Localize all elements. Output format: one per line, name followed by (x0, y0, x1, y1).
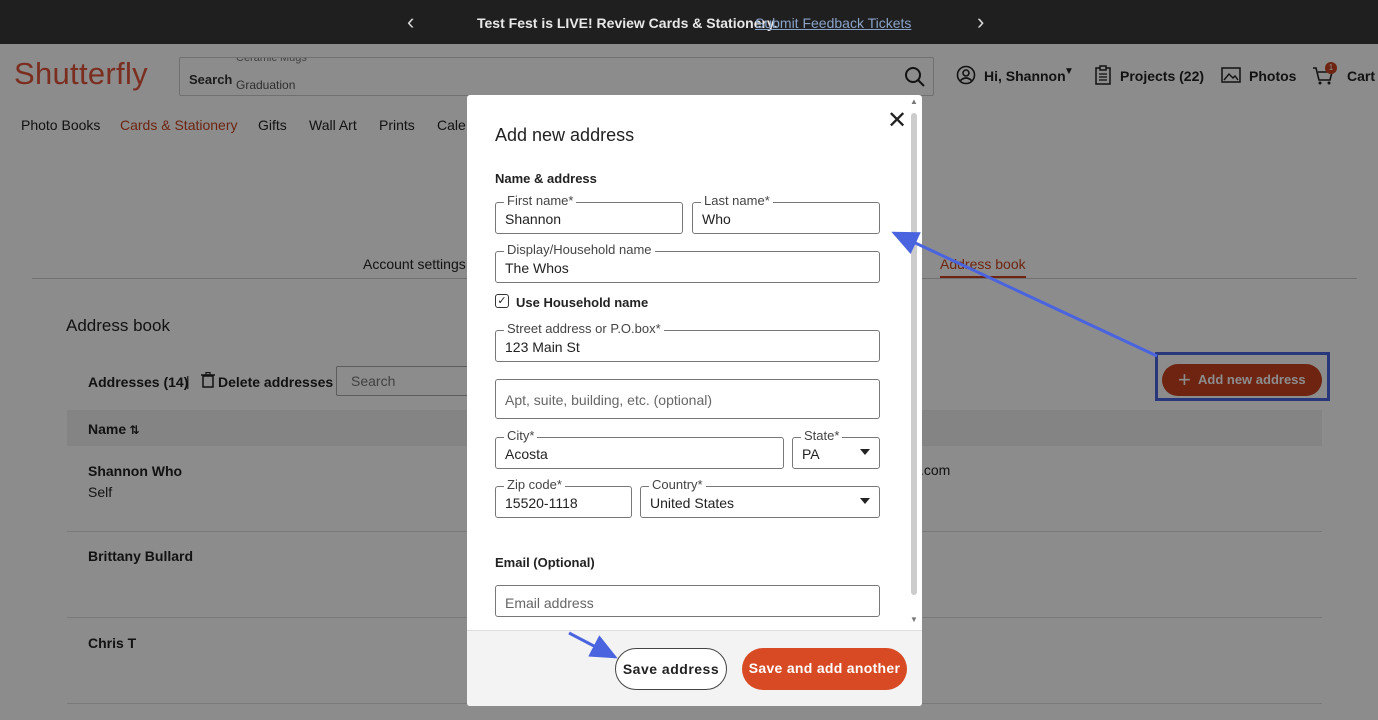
first-name-value: Shannon (505, 211, 562, 227)
chevron-left-icon[interactable]: ‹ (407, 9, 414, 35)
street-address-value: 123 Main St (505, 339, 580, 355)
scroll-up-icon[interactable]: ▲ (910, 97, 918, 106)
display-name-field[interactable]: Display/Household name The Whos (495, 243, 880, 283)
last-name-field[interactable]: Last name* Who (692, 194, 880, 234)
chevron-down-icon (860, 449, 870, 455)
apt-field[interactable]: Apt, suite, building, etc. (optional) (495, 379, 880, 419)
country-value: United States (650, 495, 735, 511)
state-label: State* (801, 429, 843, 443)
promo-banner: ‹ Test Fest is LIVE! Review Cards & Stat… (0, 0, 1378, 44)
section-name-address: Name & address (495, 171, 597, 186)
section-email: Email (Optional) (495, 555, 595, 570)
use-household-label: Use Household name (516, 295, 649, 310)
use-household-checkbox[interactable]: ✓ (495, 294, 509, 308)
modal-title: Add new address (495, 125, 635, 145)
modal-scrollbar[interactable] (911, 113, 917, 595)
chevron-down-icon (860, 498, 870, 504)
zip-code-label: Zip code* (504, 478, 565, 492)
first-name-label: First name* (504, 194, 577, 208)
promo-text: Test Fest is LIVE! Review Cards & Statio… (477, 15, 778, 31)
save-address-button[interactable]: Save address (615, 648, 727, 690)
promo-link[interactable]: Submit Feedback Tickets (755, 15, 911, 31)
state-select[interactable]: State* PA (792, 429, 880, 469)
city-value: Acosta (505, 446, 548, 462)
save-and-add-another-button[interactable]: Save and add another (742, 648, 907, 690)
zip-code-value: 15520-1118 (505, 495, 578, 511)
email-placeholder: Email address (505, 595, 594, 611)
city-field[interactable]: City* Acosta (495, 429, 784, 469)
zip-code-field[interactable]: Zip code* 15520-1118 (495, 478, 632, 518)
street-address-field[interactable]: Street address or P.O.box* 123 Main St (495, 322, 880, 362)
first-name-field[interactable]: First name* Shannon (495, 194, 683, 234)
chevron-right-icon[interactable]: › (977, 9, 984, 35)
scroll-down-icon[interactable]: ▼ (910, 615, 918, 624)
email-field[interactable]: Email address (495, 585, 880, 617)
state-value: PA (802, 446, 820, 462)
display-name-value: The Whos (505, 260, 569, 276)
country-label: Country* (649, 478, 706, 492)
display-name-label: Display/Household name (504, 243, 655, 257)
street-address-label: Street address or P.O.box* (504, 322, 664, 336)
add-address-modal: Add new address ✕ Name & address First n… (467, 95, 922, 706)
last-name-label: Last name* (701, 194, 773, 208)
last-name-value: Who (702, 211, 731, 227)
apt-placeholder: Apt, suite, building, etc. (optional) (505, 392, 713, 408)
close-icon[interactable]: ✕ (887, 109, 907, 133)
city-label: City* (504, 429, 538, 443)
country-select[interactable]: Country* United States (640, 478, 880, 518)
